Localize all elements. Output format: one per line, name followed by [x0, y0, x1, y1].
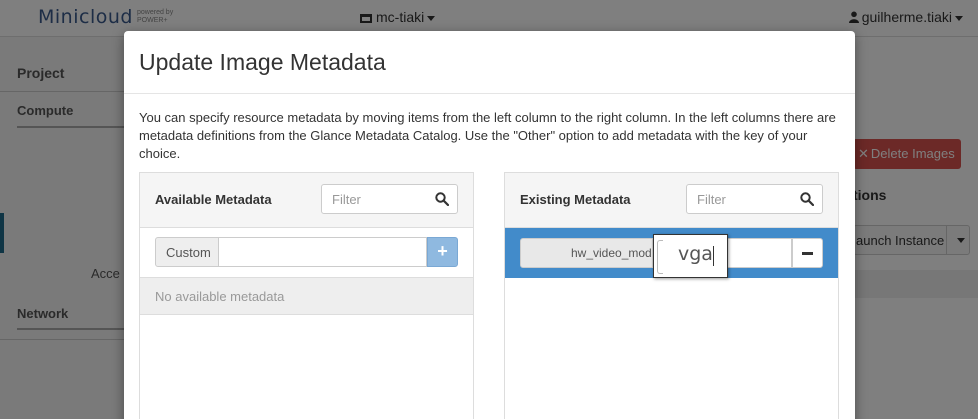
zoom-value-text: vga	[678, 243, 714, 266]
existing-metadata-panel: Existing Metadata hw_video_model vga	[504, 172, 839, 419]
modal-header-divider	[124, 93, 855, 94]
input-edge	[657, 240, 663, 274]
available-filter-input[interactable]	[322, 185, 430, 213]
remove-metadata-button[interactable]	[792, 238, 823, 268]
existing-filter-input[interactable]	[687, 185, 795, 213]
value-zoom-preview: vga	[653, 234, 728, 278]
panel-title: Existing Metadata	[520, 192, 631, 207]
modal-description: You can specify resource metadata by mov…	[139, 110, 836, 161]
search-icon[interactable]	[800, 192, 814, 206]
panel-header: Existing Metadata	[505, 173, 838, 228]
empty-metadata-message: No available metadata	[140, 277, 473, 315]
filter-field	[686, 184, 823, 214]
custom-metadata-row: Custom +	[155, 237, 458, 267]
list-item[interactable]: hw_video_model vga	[505, 228, 838, 278]
modal-title: Update Image Metadata	[139, 49, 386, 75]
text-cursor	[712, 246, 714, 266]
panel-header: Available Metadata	[140, 173, 473, 228]
search-icon[interactable]	[435, 192, 449, 206]
custom-label: Custom	[155, 237, 219, 267]
metadata-key-label: hw_video_model	[520, 238, 660, 268]
panel-title: Available Metadata	[155, 192, 272, 207]
custom-key-input[interactable]	[218, 237, 427, 267]
add-custom-button[interactable]: +	[427, 237, 458, 267]
minus-icon	[802, 252, 813, 255]
update-metadata-modal: Update Image Metadata You can specify re…	[124, 31, 855, 419]
available-metadata-panel: Available Metadata Custom + No available…	[139, 172, 474, 419]
filter-field	[321, 184, 458, 214]
